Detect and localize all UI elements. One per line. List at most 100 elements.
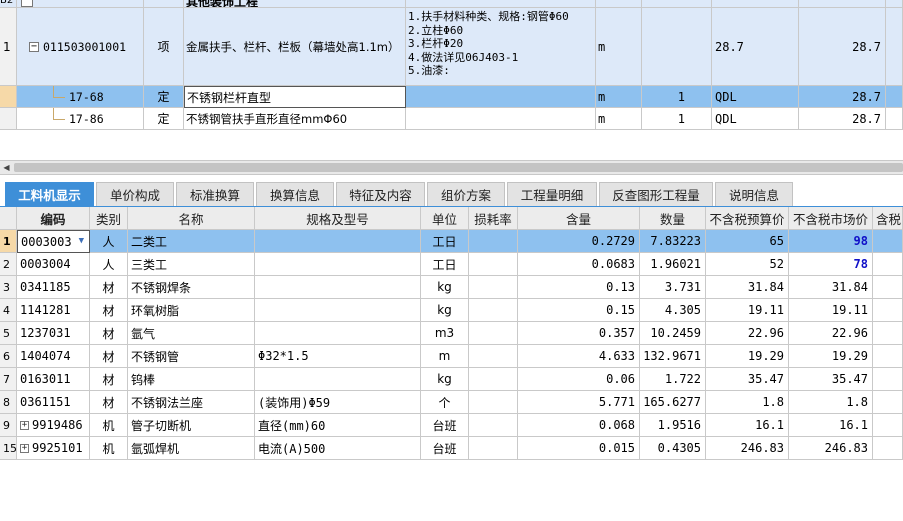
upper-row-checkbox[interactable] [17,0,144,8]
resource-quantity[interactable]: 7.83223 [640,230,706,253]
resource-row[interactable]: 3 0341185 材不锈钢焊条 kg 0.13 3.731 31.84 31.84 [0,276,903,299]
resource-row[interactable]: 9 +9919486 机管子切断机 直径(mm)60 台班 0.068 1.9516 16.1… [0,414,903,437]
expand-icon[interactable]: + [20,443,29,453]
resource-name[interactable]: 氩气 [128,322,255,345]
tab-resource-display[interactable]: 工料机显示 [5,182,94,206]
col-quantity-header[interactable]: 数量 [640,207,706,230]
resource-market-price[interactable]: 78 [789,253,873,276]
item-expression[interactable]: 28.7 [712,8,799,86]
col-tax-header[interactable]: 含税 [873,207,903,230]
resource-code[interactable]: 1237031 [17,322,90,345]
resource-spec[interactable]: Φ32*1.5 [255,345,421,368]
resource-name[interactable]: 不锈钢法兰座 [128,391,255,414]
resource-code[interactable]: 0341185 [17,276,90,299]
resource-quantity[interactable]: 1.722 [640,368,706,391]
resource-market-price[interactable]: 22.96 [789,322,873,345]
item-name[interactable]: 金属扶手、栏杆、栏板（幕墙处高1.1m） [184,8,406,86]
tab-reverse-graphic-quantity[interactable]: 反查图形工程量 [599,182,713,206]
resource-spec[interactable] [255,299,421,322]
upper-row-quota-selected[interactable]: 17-68 定 不锈钢栏杆直型 m 1 QDL 28.7 [0,86,903,108]
resource-loss-rate[interactable] [469,253,518,276]
quota-code-cell[interactable]: 17-86 [17,108,144,130]
col-content-header[interactable]: 含量 [518,207,640,230]
resource-name[interactable]: 三类工 [128,253,255,276]
resource-loss-rate[interactable] [469,437,518,460]
tab-unit-price[interactable]: 单价构成 [96,182,174,206]
resource-spec[interactable]: 电流(A)500 [255,437,421,460]
resource-market-price[interactable]: 19.11 [789,299,873,322]
resource-row[interactable]: 4 1141281 材环氧树脂 kg 0.15 4.305 19.11 19.11 [0,299,903,322]
resource-content[interactable]: 5.771 [518,391,640,414]
tab-conversion-info[interactable]: 换算信息 [256,182,334,206]
tab-features-content[interactable]: 特征及内容 [336,182,425,206]
quota-expression[interactable]: QDL [712,108,799,130]
resource-name[interactable]: 二类工 [128,230,255,253]
resource-code[interactable]: 1404074 [17,345,90,368]
upper-row-section[interactable]: B2 其他装饰工程 [0,0,903,8]
quota-expression[interactable]: QDL [712,86,799,108]
resource-spec[interactable] [255,230,421,253]
resource-content[interactable]: 4.633 [518,345,640,368]
dropdown-arrow-icon[interactable]: ▼ [79,236,84,246]
col-spec-header[interactable]: 规格及型号 [255,207,421,230]
resource-loss-rate[interactable] [469,414,518,437]
resource-market-price[interactable]: 31.84 [789,276,873,299]
resource-row[interactable]: 7 0163011 材钨棒 kg 0.06 1.722 35.47 35.47 [0,368,903,391]
quota-name-editor[interactable]: 不锈钢栏杆直型 [184,86,406,108]
expand-icon[interactable]: + [20,420,29,430]
upper-row-quota[interactable]: 17-86 定 不锈钢管扶手直形直径mmΦ60 m 1 QDL 28.7 [0,108,903,130]
resource-market-price[interactable]: 1.8 [789,391,873,414]
resource-content[interactable]: 0.068 [518,414,640,437]
resource-code[interactable]: 1141281 [17,299,90,322]
resource-loss-rate[interactable] [469,276,518,299]
upper-row-item[interactable]: 1 − 011503001001 项 金属扶手、栏杆、栏板（幕墙处高1.1m） … [0,8,903,86]
resource-row[interactable]: 2 0003004 人三类工 工日 0.0683 1.96021 52 78 [0,253,903,276]
resource-spec[interactable]: (装饰用)Φ59 [255,391,421,414]
resource-row[interactable]: 15 +9925101 机氩弧焊机 电流(A)500 台班 0.015 0.4305 246.… [0,437,903,460]
resource-spec[interactable] [255,253,421,276]
resource-content[interactable]: 0.15 [518,299,640,322]
tab-quantity-detail[interactable]: 工程量明细 [507,182,597,206]
resource-row[interactable]: 5 1237031 材氩气 m3 0.357 10.2459 22.96 22.96 [0,322,903,345]
quota-features[interactable] [406,108,596,130]
collapse-icon[interactable]: − [29,41,39,52]
resource-content[interactable]: 0.06 [518,368,640,391]
resource-code[interactable]: 0003004 [17,253,90,276]
checkbox-icon[interactable] [21,0,33,7]
resource-quantity[interactable]: 1.96021 [640,253,706,276]
resource-name[interactable]: 环氧树脂 [128,299,255,322]
tab-pricing-scheme[interactable]: 组价方案 [427,182,505,206]
col-unit-header[interactable]: 单位 [421,207,469,230]
resource-market-price[interactable]: 98 [789,230,873,253]
quota-features[interactable] [406,86,596,108]
resource-spec[interactable] [255,368,421,391]
resource-code[interactable]: 0361151 [17,391,90,414]
resource-loss-rate[interactable] [469,345,518,368]
resource-code[interactable]: +9919486 [17,414,90,437]
resource-code[interactable]: 0163011 [17,368,90,391]
resource-content[interactable]: 0.015 [518,437,640,460]
resource-row[interactable]: 6 1404074 材不锈钢管 Φ32*1.5 m 4.633 132.9671 19.29 1… [0,345,903,368]
scrollbar-thumb[interactable] [14,163,903,172]
tab-description[interactable]: 说明信息 [715,182,793,206]
resource-loss-rate[interactable] [469,368,518,391]
resource-spec[interactable] [255,276,421,299]
resource-row[interactable]: 8 0361151 材不锈钢法兰座 (装饰用)Φ59 个 5.771 165.6277 1.8… [0,391,903,414]
resource-name[interactable]: 不锈钢管 [128,345,255,368]
resource-market-price[interactable]: 35.47 [789,368,873,391]
resource-content[interactable]: 0.13 [518,276,640,299]
resource-quantity[interactable]: 165.6277 [640,391,706,414]
resource-quantity[interactable]: 10.2459 [640,322,706,345]
resource-code[interactable]: +9925101 [17,437,90,460]
resource-content[interactable]: 0.357 [518,322,640,345]
resource-quantity[interactable]: 4.305 [640,299,706,322]
resource-name[interactable]: 氩弧焊机 [128,437,255,460]
resource-spec[interactable]: 直径(mm)60 [255,414,421,437]
horizontal-scrollbar[interactable]: ◀ [0,160,903,175]
resource-quantity[interactable]: 3.731 [640,276,706,299]
tab-standard-conversion[interactable]: 标准换算 [176,182,254,206]
resource-spec[interactable] [255,322,421,345]
col-category-header[interactable]: 类别 [90,207,128,230]
resource-name[interactable]: 不锈钢焊条 [128,276,255,299]
resource-name[interactable]: 钨棒 [128,368,255,391]
